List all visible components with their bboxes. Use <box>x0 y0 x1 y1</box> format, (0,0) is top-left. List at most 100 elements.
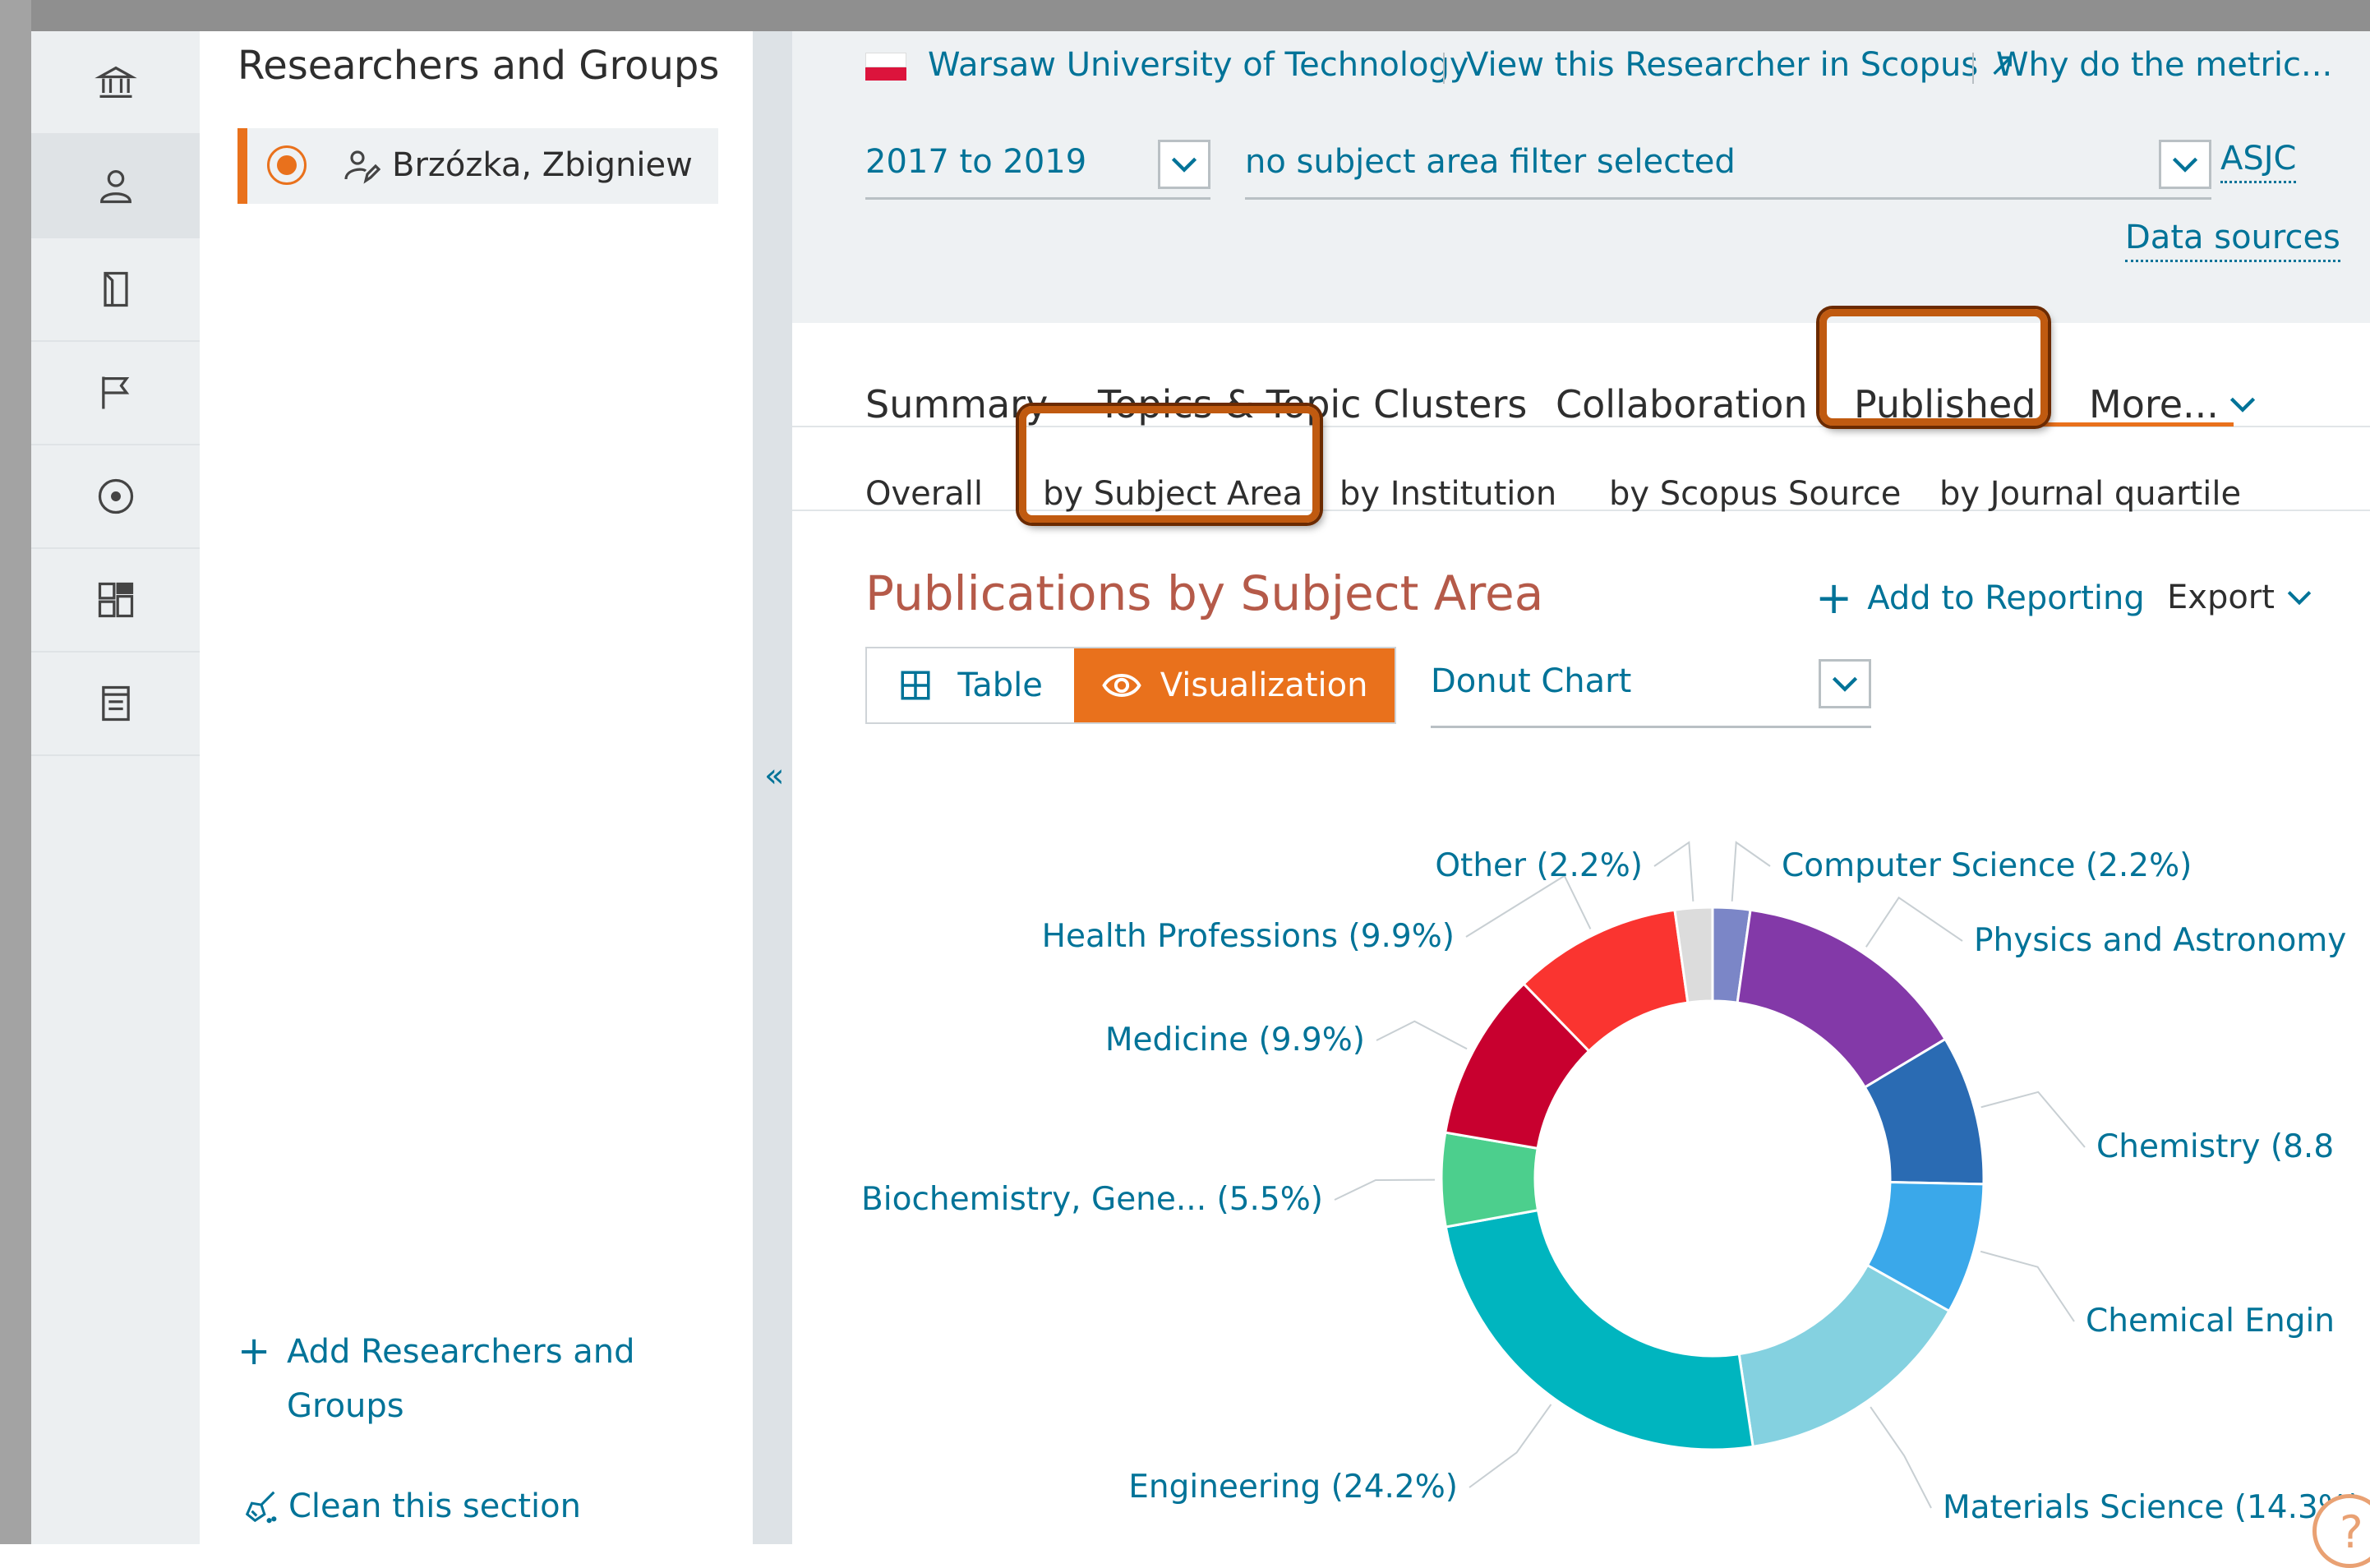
donut-slice[interactable] <box>1444 1208 1754 1451</box>
flag-icon <box>101 376 129 409</box>
header-bar: Warsaw University of Technology View thi… <box>792 31 2370 323</box>
add-researchers-label: Add Researchers and <box>287 1333 635 1371</box>
export-label: Export <box>2167 579 2275 616</box>
donut-leader-line <box>1870 1406 1932 1509</box>
rail-item-dashboard[interactable] <box>31 549 200 653</box>
rail-item-researchers[interactable] <box>31 135 236 238</box>
subtab-by-scopus-source[interactable]: by Scopus Source <box>1609 475 1901 513</box>
window-frame-left <box>0 0 31 1544</box>
report-icon <box>101 685 130 722</box>
question-mark-icon: ? <box>2340 1506 2363 1558</box>
add-to-reporting-label: Add to Reporting <box>1867 579 2145 617</box>
donut-leader-line <box>1980 1091 2086 1148</box>
donut-leader-line <box>1376 1020 1468 1050</box>
rail-item-reports[interactable] <box>31 653 200 756</box>
tab-collaboration[interactable]: Collaboration <box>1556 382 1808 427</box>
header-separator <box>1443 53 1445 84</box>
add-researchers-label-2: Groups <box>287 1387 404 1425</box>
tab-more[interactable]: More... <box>2089 382 2257 427</box>
subject-filter-select[interactable]: no subject area filter selected <box>1245 131 2211 200</box>
donut-slice-label: Other (2.2%) <box>1435 847 1643 884</box>
rail-item-topics[interactable] <box>31 445 200 549</box>
asjc-link[interactable]: ASJC <box>2220 140 2297 183</box>
chart-type-value: Donut Chart <box>1431 662 1632 700</box>
subtab-by-journal-quartile[interactable]: by Journal quartile <box>1939 475 2241 513</box>
rail-item-institution[interactable] <box>31 31 200 135</box>
person-icon <box>99 170 131 204</box>
visualization-view-button[interactable]: Visualization <box>1074 648 1395 722</box>
data-sources-link[interactable]: Data sources <box>2125 219 2340 262</box>
date-range-dropdown-button[interactable] <box>1158 140 1210 189</box>
broom-icon <box>245 1491 277 1524</box>
table-view-button[interactable]: Table <box>867 648 1075 722</box>
researchers-panel: Researchers and Groups Brzózka, Zbigniew… <box>200 31 753 1544</box>
donut-leader-line <box>1980 1250 2075 1322</box>
researcher-radio[interactable] <box>267 145 307 185</box>
visualization-view-label: Visualization <box>1160 666 1368 704</box>
donut-slice-label: Physics and Astronomy <box>1974 922 2346 959</box>
donut-slice-label: Materials Science (14.3%) <box>1943 1489 2361 1526</box>
donut-leader-line <box>1465 874 1592 938</box>
institution-link[interactable]: Warsaw University of Technology <box>928 46 1469 84</box>
donut-leader-line <box>1865 896 1963 948</box>
subtab-by-institution[interactable]: by Institution <box>1339 475 1556 513</box>
donut-leader-line <box>1653 841 1695 902</box>
chart-type-select[interactable]: Donut Chart <box>1431 656 1871 728</box>
chevron-down-icon <box>2229 397 2256 413</box>
donut-chart: Computer Science (2.2%) Physics and Astro… <box>861 841 2361 1526</box>
donut-slice-label: Medicine (9.9%) <box>1105 1022 1365 1058</box>
donut-leader-line <box>1334 1178 1436 1201</box>
subject-area-highlight-box <box>1019 406 1320 523</box>
eye-icon <box>1102 673 1141 698</box>
poland-flag-icon <box>865 53 906 81</box>
target-icon <box>98 478 133 514</box>
view-toggle: Table Visualization <box>865 647 1396 724</box>
date-range-value: 2017 to 2019 <box>865 143 1087 181</box>
researcher-name: Brzózka, Zbigniew <box>392 146 693 184</box>
why-metrics-link[interactable]: Why do the metric... <box>1996 46 2332 84</box>
institution-icon <box>94 66 137 98</box>
book-icon <box>103 271 128 307</box>
person-edit-icon <box>344 150 380 184</box>
chevron-down-icon <box>1832 676 1858 692</box>
researcher-item[interactable]: Brzózka, Zbigniew <box>237 128 718 204</box>
donut-slice-label: Health Professions (9.9%) <box>1042 918 1455 955</box>
clean-section-label: Clean this section <box>288 1487 581 1525</box>
table-icon <box>901 671 930 700</box>
donut-slice-label: Computer Science (2.2%) <box>1782 847 2192 884</box>
donut-slice-label: Biochemistry, Gene... (5.5%) <box>861 1181 1323 1218</box>
subject-filter-value: no subject area filter selected <box>1245 143 1736 181</box>
date-range-select[interactable]: 2017 to 2019 <box>865 131 1210 200</box>
subject-filter-dropdown-button[interactable] <box>2159 140 2211 189</box>
table-view-label: Table <box>957 666 1043 704</box>
donut-slice-label: Chemical Engin <box>2086 1303 2335 1340</box>
section-title: Publications by Subject Area <box>865 565 1544 621</box>
subtab-overall[interactable]: Overall <box>865 475 983 513</box>
donut-leader-line <box>1469 1404 1552 1488</box>
window-frame-top <box>0 0 2370 31</box>
rail-item-countries[interactable] <box>31 342 200 445</box>
chart-type-dropdown-button[interactable] <box>1819 659 1871 708</box>
plus-icon: + <box>237 1328 271 1374</box>
view-in-scopus-link[interactable]: View this Researcher in Scopus ↗ <box>1466 46 2016 84</box>
add-to-reporting-button[interactable]: + Add to Reporting <box>1815 572 2145 624</box>
published-highlight-box <box>1819 309 2048 426</box>
main-content: Warsaw University of Technology View thi… <box>792 31 2370 1568</box>
header-separator <box>1972 53 1974 84</box>
dashboard-icon <box>98 582 133 618</box>
add-researchers-link[interactable]: + Add Researchers and Groups <box>237 1328 665 1433</box>
donut-slice-label: Engineering (24.2%) <box>1128 1469 1458 1506</box>
tab-more-label: More... <box>2089 382 2219 427</box>
selection-bar <box>237 128 247 204</box>
panel-title: Researchers and Groups <box>237 43 720 89</box>
rail-item-publications[interactable] <box>31 238 200 342</box>
donut-slice-label: Chemistry (8.8 <box>2096 1128 2334 1165</box>
plus-icon: + <box>1815 572 1853 624</box>
export-button[interactable]: Export <box>2167 579 2312 616</box>
clean-section-link[interactable]: Clean this section <box>242 1487 581 1525</box>
collapse-panel-icon[interactable]: « <box>764 759 784 792</box>
donut-leader-line <box>1731 841 1771 902</box>
chevron-down-icon <box>2287 591 2312 606</box>
donut-slice[interactable] <box>1737 1263 1951 1449</box>
icon-rail <box>31 31 236 1544</box>
